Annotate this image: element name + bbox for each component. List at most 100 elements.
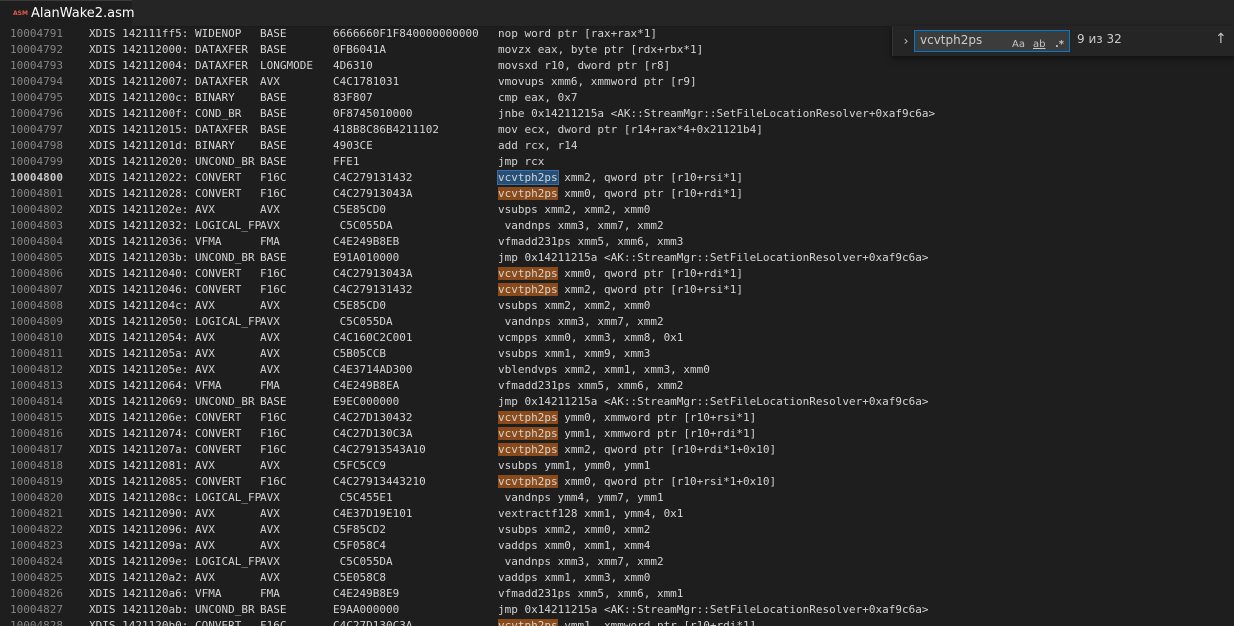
line-extension: AVX [260, 315, 280, 328]
code-line[interactable]: 10004822 XDIS 142112096: AVX AVX C5F85CD2 vsu… [0, 522, 1234, 538]
line-instruction: vandnps xmm3, xmm7, xmm2 [498, 314, 664, 330]
code-line[interactable]: 10004817 XDIS 14211207a: CONVERT F16C C4C279… [0, 442, 1234, 458]
line-address: XDIS 14211206e: [89, 411, 189, 424]
line-category: CONVERT [195, 171, 242, 184]
line-hex: C4E249B8EB [333, 235, 400, 248]
line-extension: BASE [260, 91, 287, 104]
code-line[interactable]: 10004802 XDIS 14211202e: AVX AVX C5E85CD0 vsu… [0, 202, 1234, 218]
line-instruction: vmovups xmm6, xmmword ptr [r9] [498, 74, 697, 90]
line-extension: AVX [260, 299, 280, 312]
line-category: LOGICAL_FP [195, 315, 262, 328]
line-instruction: movzx eax, byte ptr [rdx+rbx*1] [498, 42, 703, 58]
line-category: VFMA [195, 235, 222, 248]
line-hex: C4C160C2C001 [333, 331, 413, 344]
line-instruction: vcvtph2ps ymm1, xmmword ptr [r10+rdi*1] [498, 618, 756, 626]
code-line[interactable]: 10004805 XDIS 14211203b: UNCOND_BR BASE E91A… [0, 250, 1234, 266]
line-category: CONVERT [195, 283, 242, 296]
instruction-text: cmp eax, 0x7 [498, 91, 578, 104]
line-number: 10004818 [10, 459, 63, 472]
line-address: XDIS 14211202e: [89, 203, 189, 216]
code-line[interactable]: 10004797 XDIS 142112015: DATAXFER BASE 418B8… [0, 122, 1234, 138]
code-line[interactable]: 10004827 XDIS 1421120ab: UNCOND_BR BASE E9AA… [0, 602, 1234, 618]
code-line[interactable]: 10004798 XDIS 14211201d: BINARY BASE 4903CE a… [0, 138, 1234, 154]
line-extension: BASE [260, 139, 287, 152]
line-number: 10004794 [10, 75, 63, 88]
instruction-text: vfmadd231ps xmm5, xmm6, xmm2 [498, 379, 684, 392]
code-line[interactable]: 10004806 XDIS 142112040: CONVERT F16C C4C279… [0, 266, 1234, 282]
code-line[interactable]: 10004823 XDIS 14211209a: AVX AVX C5F058C4 vad… [0, 538, 1234, 554]
line-category: BINARY [195, 139, 235, 152]
code-line[interactable]: 10004799 XDIS 142112020: UNCOND_BR BASE FFE1… [0, 154, 1234, 170]
line-extension: AVX [260, 75, 280, 88]
instruction-text: vblendvps xmm2, xmm1, xmm3, xmm0 [498, 363, 710, 376]
line-category: AVX [195, 363, 215, 376]
line-number: 10004822 [10, 523, 63, 536]
tab-bar: ASM AlanWake2.asm [0, 0, 1234, 27]
code-line[interactable]: 10004793 XDIS 142112004: DATAXFER LONGMODE 4… [0, 58, 1234, 74]
code-line[interactable]: 10004820 XDIS 14211208c: LOGICAL_FP AVX C5C… [0, 490, 1234, 506]
line-category: CONVERT [195, 427, 242, 440]
code-line[interactable]: 10004815 XDIS 14211206e: CONVERT F16C C4C27D… [0, 410, 1234, 426]
code-line[interactable]: 10004810 XDIS 142112054: AVX AVX C4C160C2C00… [0, 330, 1234, 346]
line-hex: C5F85CD2 [333, 523, 386, 536]
toggle-replace-chevron-icon[interactable]: › [899, 32, 913, 50]
line-number: 10004808 [10, 299, 63, 312]
code-line[interactable]: 10004825 XDIS 1421120a2: AVX AVX C5E058C8 vad… [0, 570, 1234, 586]
code-line[interactable]: 10004824 XDIS 14211209e: LOGICAL_FP AVX C5C… [0, 554, 1234, 570]
instruction-text: vaddps xmm1, xmm3, xmm0 [498, 571, 651, 584]
code-line[interactable]: 10004813 XDIS 142112064: VFMA FMA C4E249B8EA… [0, 378, 1234, 394]
match-case-icon[interactable]: Aa [1012, 37, 1025, 53]
code-line[interactable]: 10004796 XDIS 14211200f: COND_BR BASE 0F8745… [0, 106, 1234, 122]
previous-match-arrow-icon[interactable]: ↑ [1215, 31, 1227, 47]
code-line[interactable]: 10004821 XDIS 142112090: AVX AVX C4E37D19E10… [0, 506, 1234, 522]
instruction-text: vfmadd231ps xmm5, xmm6, xmm3 [498, 235, 684, 248]
line-address: XDIS 142112081: [89, 459, 189, 472]
code-editor[interactable]: 10004791 XDIS 142111ff5: WIDENOP BASE 666666… [0, 26, 1234, 626]
line-instruction: vandnps xmm3, xmm7, xmm2 [498, 218, 664, 234]
asm-file-icon: ASM [13, 10, 28, 17]
code-line[interactable]: 10004816 XDIS 142112074: CONVERT F16C C4C27D… [0, 426, 1234, 442]
line-instruction: vsubps xmm1, xmm9, xmm3 [498, 346, 650, 362]
code-line[interactable]: 10004812 XDIS 14211205e: AVX AVX C4E3714AD30… [0, 362, 1234, 378]
code-line[interactable]: 10004808 XDIS 14211204c: AVX AVX C5E85CD0 vsu… [0, 298, 1234, 314]
line-extension: BASE [260, 123, 287, 136]
code-line[interactable]: 10004809 XDIS 142112050: LOGICAL_FP AVX C5C… [0, 314, 1234, 330]
code-line[interactable]: 10004803 XDIS 142112032: LOGICAL_FP AVX C5C… [0, 218, 1234, 234]
line-address: XDIS 142112020: [89, 155, 189, 168]
line-instruction: vcvtph2ps ymm1, xmmword ptr [r10+rdi*1] [498, 426, 756, 442]
code-line[interactable]: 10004794 XDIS 142112007: DATAXFER AVX C4C178… [0, 74, 1234, 90]
code-line[interactable]: 10004828 XDIS 1421120b0: CONVERT F16C C4C27D… [0, 618, 1234, 626]
code-line[interactable]: 10004800 XDIS 142112022: CONVERT F16C C4C279… [0, 170, 1234, 186]
line-instruction: vaddps xmm0, xmm1, xmm4 [498, 538, 650, 554]
whole-word-icon[interactable]: ab [1033, 37, 1045, 53]
editor-tab[interactable]: ASM AlanWake2.asm [0, 0, 135, 27]
line-number: 10004825 [10, 571, 63, 584]
line-category: COND_BR [195, 107, 242, 120]
code-line[interactable]: 10004811 XDIS 14211205a: AVX AVX C5B05CCB vsu… [0, 346, 1234, 362]
instruction-text: ymm1, xmmword ptr [r10+rdi*1] [557, 619, 757, 626]
line-extension: F16C [260, 411, 287, 424]
code-line[interactable]: 10004819 XDIS 142112085: CONVERT F16C C4C279… [0, 474, 1234, 490]
instruction-text: vandnps xmm3, xmm7, xmm2 [498, 555, 664, 568]
line-number: 10004809 [10, 315, 63, 328]
instruction-text: vextractf128 xmm1, ymm4, 0x1 [498, 507, 684, 520]
line-category: DATAXFER [195, 59, 248, 72]
line-hex: C4C27913043A [333, 267, 413, 280]
code-line[interactable]: 10004795 XDIS 14211200c: BINARY BASE 83F807 c… [0, 90, 1234, 106]
code-line[interactable]: 10004814 XDIS 142112069: UNCOND_BR BASE E9EC… [0, 394, 1234, 410]
line-instruction: jnbe 0x14211215a <AK::StreamMgr::SetFile… [498, 106, 935, 122]
code-line[interactable]: 10004804 XDIS 142112036: VFMA FMA C4E249B8EB… [0, 234, 1234, 250]
find-input[interactable]: vcvtph2ps Aa ab .* [914, 30, 1070, 52]
line-instruction: movsxd r10, dword ptr [r8] [498, 58, 670, 74]
line-category: LOGICAL_FP [195, 491, 262, 504]
instruction-text: vsubps xmm2, xmm0, xmm2 [498, 523, 651, 536]
code-line[interactable]: 10004818 XDIS 142112081: AVX AVX C5FC5CC9 vsu… [0, 458, 1234, 474]
code-line[interactable]: 10004826 XDIS 1421120a6: VFMA FMA C4E249B8E9… [0, 586, 1234, 602]
line-number: 10004807 [10, 283, 63, 296]
line-category: UNCOND_BR [195, 603, 255, 616]
code-line[interactable]: 10004801 XDIS 142112028: CONVERT F16C C4C279… [0, 186, 1234, 202]
line-hex: C4C27913043A [333, 187, 413, 200]
line-number: 10004816 [10, 427, 63, 440]
code-line[interactable]: 10004807 XDIS 142112046: CONVERT F16C C4C279… [0, 282, 1234, 298]
regex-icon[interactable]: .* [1055, 37, 1064, 53]
